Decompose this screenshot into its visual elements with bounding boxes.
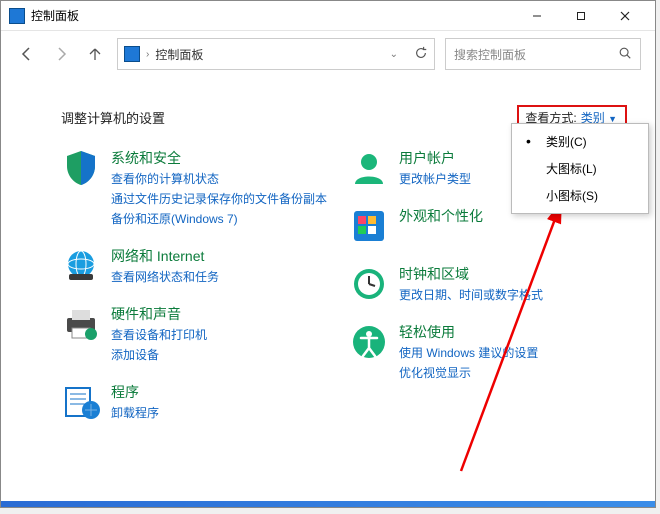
ease-icon bbox=[349, 322, 389, 362]
address-bar[interactable]: › 控制面板 ⌄ bbox=[117, 38, 435, 70]
category-title[interactable]: 用户帐户 bbox=[399, 148, 471, 168]
category-ease-of-access: 轻松使用 使用 Windows 建议的设置 优化视觉显示 bbox=[349, 322, 627, 382]
navbar: › 控制面板 ⌄ 搜索控制面板 bbox=[1, 31, 655, 77]
category-link[interactable]: 查看网络状态和任务 bbox=[111, 268, 219, 286]
dropdown-item-category[interactable]: 类别(C) bbox=[512, 128, 648, 155]
category-network: 网络和 Internet 查看网络状态和任务 bbox=[61, 246, 339, 286]
minimize-button[interactable] bbox=[515, 1, 559, 31]
appearance-icon bbox=[349, 206, 389, 246]
search-icon bbox=[618, 46, 632, 63]
category-clock-region: 时钟和区域 更改日期、时间或数字格式 bbox=[349, 264, 627, 304]
category-link[interactable]: 查看你的计算机状态 bbox=[111, 170, 327, 188]
close-button[interactable] bbox=[603, 1, 647, 31]
category-link[interactable]: 更改帐户类型 bbox=[399, 170, 471, 188]
category-system-security: 系统和安全 查看你的计算机状态 通过文件历史记录保存你的文件备份副本 备份和还原… bbox=[61, 148, 339, 228]
back-button[interactable] bbox=[15, 42, 39, 66]
clock-icon bbox=[349, 264, 389, 304]
window-title: 控制面板 bbox=[31, 7, 515, 24]
category-title[interactable]: 轻松使用 bbox=[399, 322, 538, 342]
titlebar: 控制面板 bbox=[1, 1, 655, 31]
control-panel-window: 控制面板 › 控制面板 ⌄ 搜索控制面板 调整计算机的设置 查看方式: bbox=[0, 0, 656, 508]
category-link[interactable]: 备份和还原(Windows 7) bbox=[111, 210, 327, 228]
left-column: 系统和安全 查看你的计算机状态 通过文件历史记录保存你的文件备份副本 备份和还原… bbox=[61, 148, 339, 422]
printer-icon bbox=[61, 304, 101, 344]
category-title[interactable]: 硬件和声音 bbox=[111, 304, 207, 324]
user-icon bbox=[349, 148, 389, 188]
shield-icon bbox=[61, 148, 101, 188]
category-title[interactable]: 系统和安全 bbox=[111, 148, 327, 168]
category-link[interactable]: 查看设备和打印机 bbox=[111, 326, 207, 344]
page-heading: 调整计算机的设置 bbox=[61, 108, 165, 127]
taskbar-strip bbox=[1, 501, 655, 507]
up-button[interactable] bbox=[83, 42, 107, 66]
category-link[interactable]: 更改日期、时间或数字格式 bbox=[399, 286, 543, 304]
category-title[interactable]: 程序 bbox=[111, 382, 159, 402]
category-title[interactable]: 时钟和区域 bbox=[399, 264, 543, 284]
category-programs: 程序 卸载程序 bbox=[61, 382, 339, 422]
category-link[interactable]: 通过文件历史记录保存你的文件备份副本 bbox=[111, 190, 327, 208]
refresh-button[interactable] bbox=[414, 46, 428, 63]
address-icon bbox=[124, 46, 140, 62]
category-title[interactable]: 网络和 Internet bbox=[111, 246, 219, 266]
search-input[interactable]: 搜索控制面板 bbox=[445, 38, 641, 70]
category-link[interactable]: 使用 Windows 建议的设置 bbox=[399, 344, 538, 362]
category-link[interactable]: 添加设备 bbox=[111, 346, 207, 364]
category-link[interactable]: 卸载程序 bbox=[111, 404, 159, 422]
control-panel-icon bbox=[9, 8, 25, 24]
programs-icon bbox=[61, 382, 101, 422]
breadcrumb[interactable]: 控制面板 bbox=[155, 46, 203, 63]
window-buttons bbox=[515, 1, 647, 31]
forward-button[interactable] bbox=[49, 42, 73, 66]
maximize-button[interactable] bbox=[559, 1, 603, 31]
search-placeholder: 搜索控制面板 bbox=[454, 46, 526, 63]
dropdown-item-small-icons[interactable]: 小图标(S) bbox=[512, 182, 648, 209]
globe-icon bbox=[61, 246, 101, 286]
view-by-dropdown: 类别(C) 大图标(L) 小图标(S) bbox=[511, 123, 649, 214]
category-link[interactable]: 优化视觉显示 bbox=[399, 364, 538, 382]
category-hardware: 硬件和声音 查看设备和打印机 添加设备 bbox=[61, 304, 339, 364]
dropdown-item-large-icons[interactable]: 大图标(L) bbox=[512, 155, 648, 182]
chevron-right-icon: › bbox=[146, 49, 149, 60]
breadcrumb-dropdown-icon[interactable]: ⌄ bbox=[390, 49, 398, 60]
category-title[interactable]: 外观和个性化 bbox=[399, 206, 483, 226]
